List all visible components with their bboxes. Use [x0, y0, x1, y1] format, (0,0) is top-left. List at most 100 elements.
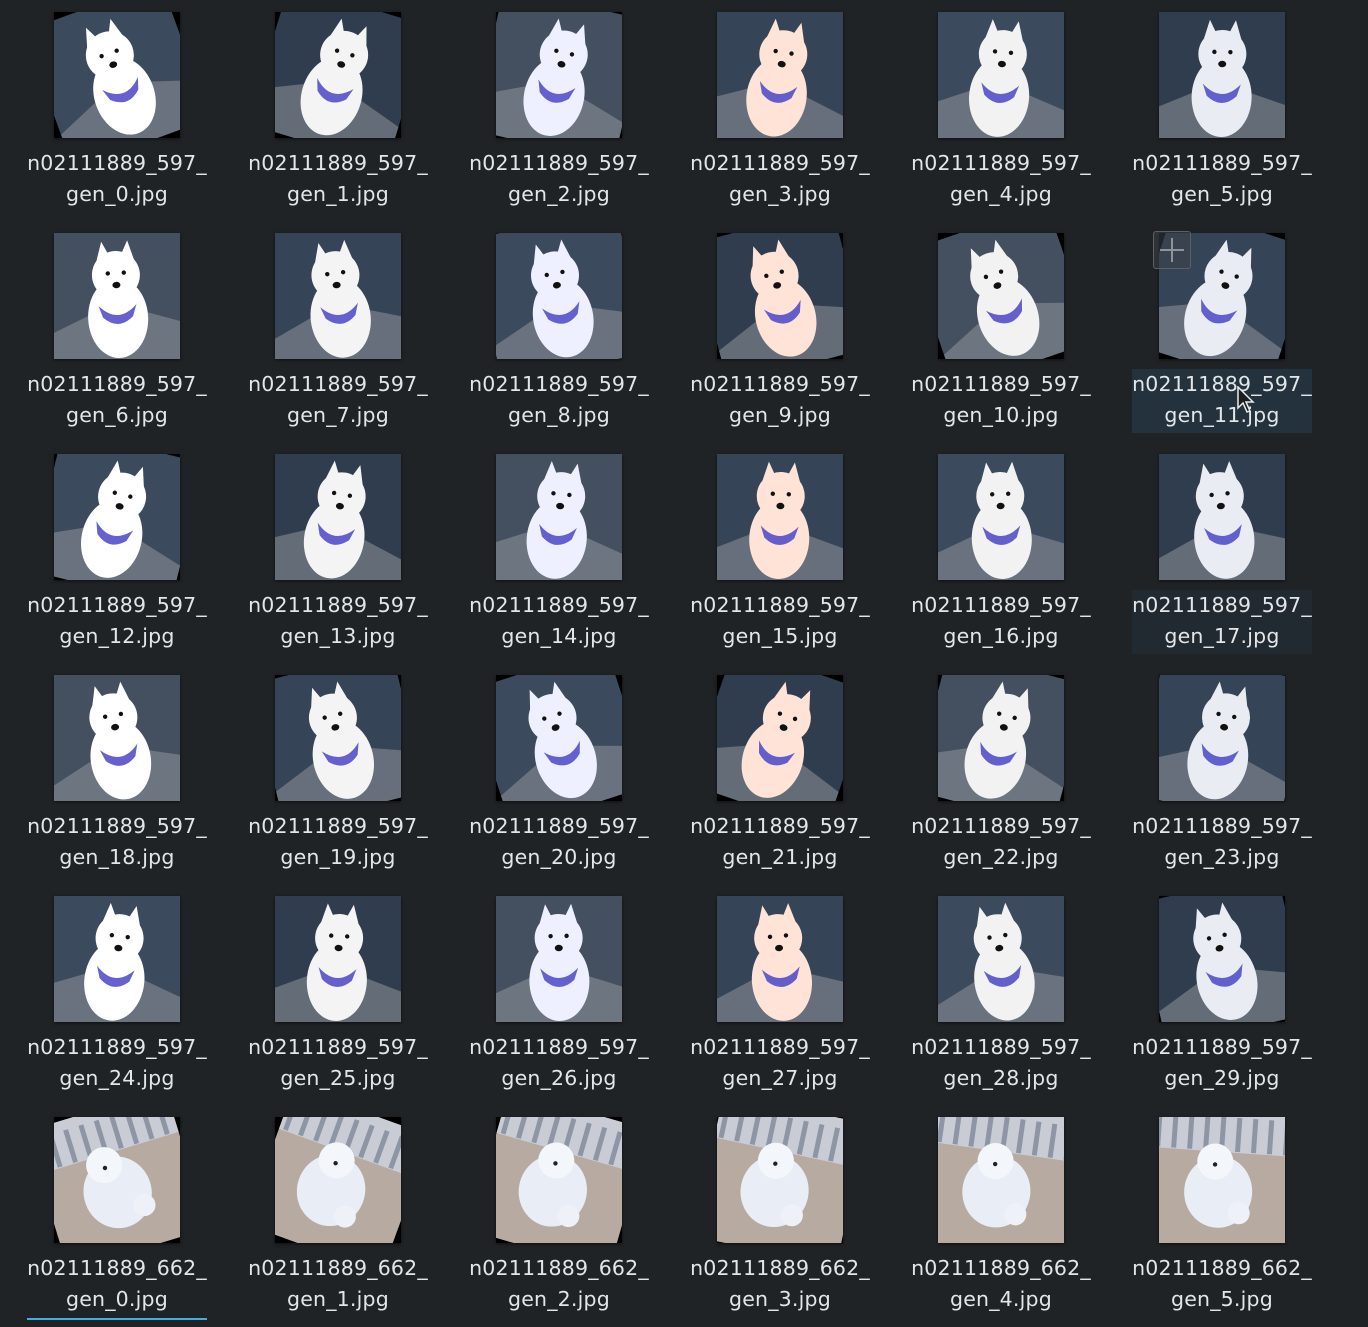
dog-photo-image	[1159, 896, 1285, 1022]
file-name-label: n02111889_597_ gen_18.jpg	[27, 811, 207, 875]
file-name-label: n02111889_597_ gen_1.jpg	[248, 148, 428, 212]
file-name-label: n02111889_597_ gen_6.jpg	[27, 369, 207, 433]
file-item[interactable]: n02111889_597_ gen_10.jpg	[911, 221, 1091, 433]
file-thumbnail	[938, 233, 1064, 359]
file-name-line-2: gen_24.jpg	[59, 1066, 175, 1090]
file-name-line-2: gen_25.jpg	[280, 1066, 396, 1090]
file-item[interactable]: n02111889_597_ gen_17.jpg	[1132, 442, 1312, 654]
file-item[interactable]: n02111889_597_ gen_1.jpg	[248, 0, 428, 212]
file-name-line-2: gen_6.jpg	[66, 403, 168, 427]
dog-photo-image	[496, 12, 622, 138]
file-name-line-1: n02111889_597_	[1132, 372, 1312, 396]
file-name-line-2: gen_2.jpg	[508, 1287, 610, 1311]
file-name-line-2: gen_13.jpg	[280, 624, 396, 648]
file-name-line-1: n02111889_597_	[1132, 593, 1312, 617]
dog-photo-image	[275, 896, 401, 1022]
file-name-label: n02111889_597_ gen_9.jpg	[690, 369, 870, 433]
dog-photo-image	[717, 12, 843, 138]
file-item[interactable]: n02111889_597_ gen_18.jpg	[27, 663, 207, 875]
file-name-label: n02111889_597_ gen_27.jpg	[690, 1032, 870, 1096]
file-item[interactable]: n02111889_597_ gen_14.jpg	[469, 442, 649, 654]
file-name-label: n02111889_597_ gen_19.jpg	[248, 811, 428, 875]
file-name-label: n02111889_597_ gen_0.jpg	[27, 148, 207, 212]
file-name-label: n02111889_597_ gen_24.jpg	[27, 1032, 207, 1096]
file-item[interactable]: n02111889_597_ gen_29.jpg	[1132, 884, 1312, 1096]
dog-photo-image	[275, 233, 401, 359]
file-item[interactable]: n02111889_597_ gen_4.jpg	[911, 0, 1091, 212]
file-thumbnail	[496, 896, 622, 1022]
file-thumbnail	[717, 896, 843, 1022]
file-name-label: n02111889_597_ gen_20.jpg	[469, 811, 649, 875]
file-item[interactable]: n02111889_662_ gen_1.jpg	[248, 1105, 428, 1317]
file-item[interactable]: n02111889_597_ gen_20.jpg	[469, 663, 649, 875]
file-item[interactable]: n02111889_597_ gen_6.jpg	[27, 221, 207, 433]
file-thumbnail	[54, 1117, 180, 1243]
file-item[interactable]: n02111889_662_ gen_2.jpg	[469, 1105, 649, 1317]
file-thumbnail	[496, 675, 622, 801]
file-item[interactable]: n02111889_597_ gen_27.jpg	[690, 884, 870, 1096]
file-name-line-1: n02111889_597_	[469, 814, 649, 838]
file-item[interactable]: n02111889_597_ gen_3.jpg	[690, 0, 870, 212]
file-name-line-1: n02111889_597_	[248, 1035, 428, 1059]
file-item[interactable]: n02111889_597_ gen_16.jpg	[911, 442, 1091, 654]
dog-photo-image	[717, 896, 843, 1022]
dog-photo-image	[496, 233, 622, 359]
file-item[interactable]: n02111889_597_ gen_8.jpg	[469, 221, 649, 433]
file-item[interactable]: n02111889_597_ gen_25.jpg	[248, 884, 428, 1096]
file-item[interactable]: n02111889_662_ gen_4.jpg	[911, 1105, 1091, 1317]
dog-photo-image	[938, 1117, 1064, 1243]
dog-photo-image	[54, 454, 180, 580]
file-thumbnail	[938, 896, 1064, 1022]
dog-photo-image	[1159, 1117, 1285, 1243]
file-item[interactable]: n02111889_597_ gen_12.jpg	[27, 442, 207, 654]
file-name-label: n02111889_662_ gen_4.jpg	[911, 1253, 1091, 1317]
file-item[interactable]: n02111889_597_ gen_15.jpg	[690, 442, 870, 654]
file-item[interactable]: n02111889_662_ gen_0.jpg	[27, 1105, 207, 1320]
file-item[interactable]: n02111889_662_ gen_5.jpg	[1132, 1105, 1312, 1317]
file-item[interactable]: n02111889_597_ gen_22.jpg	[911, 663, 1091, 875]
file-thumbnail	[54, 233, 180, 359]
file-name-line-1: n02111889_597_	[27, 151, 207, 175]
file-name-line-1: n02111889_597_	[911, 814, 1091, 838]
file-item[interactable]: n02111889_597_ gen_5.jpg	[1132, 0, 1312, 212]
file-item[interactable]: n02111889_597_ gen_23.jpg	[1132, 663, 1312, 875]
file-item[interactable]: n02111889_662_ gen_3.jpg	[690, 1105, 870, 1317]
file-name-line-1: n02111889_597_	[690, 593, 870, 617]
dog-photo-image	[54, 233, 180, 359]
file-name-label: n02111889_597_ gen_28.jpg	[911, 1032, 1091, 1096]
file-name-line-1: n02111889_597_	[690, 151, 870, 175]
file-name-line-1: n02111889_597_	[27, 372, 207, 396]
file-name-line-1: n02111889_597_	[469, 1035, 649, 1059]
file-name-label: n02111889_597_ gen_25.jpg	[248, 1032, 428, 1096]
dog-photo-image	[1159, 12, 1285, 138]
file-name-label: n02111889_662_ gen_0.jpg	[27, 1253, 207, 1320]
file-name-line-1: n02111889_662_	[690, 1256, 870, 1280]
file-name-label: n02111889_662_ gen_2.jpg	[469, 1253, 649, 1317]
file-item[interactable]: n02111889_597_ gen_19.jpg	[248, 663, 428, 875]
file-name-line-1: n02111889_597_	[690, 1035, 870, 1059]
file-item[interactable]: n02111889_597_ gen_21.jpg	[690, 663, 870, 875]
file-item[interactable]: n02111889_597_ gen_9.jpg	[690, 221, 870, 433]
file-thumbnail	[275, 454, 401, 580]
file-name-line-1: n02111889_597_	[911, 372, 1091, 396]
file-name-label: n02111889_597_ gen_13.jpg	[248, 590, 428, 654]
file-item[interactable]: n02111889_597_ gen_11.jpg	[1132, 221, 1312, 433]
file-thumbnail	[275, 675, 401, 801]
file-item[interactable]: n02111889_597_ gen_28.jpg	[911, 884, 1091, 1096]
file-name-label: n02111889_597_ gen_22.jpg	[911, 811, 1091, 875]
dog-photo-image	[1159, 675, 1285, 801]
file-item[interactable]: n02111889_597_ gen_7.jpg	[248, 221, 428, 433]
file-name-line-2: gen_0.jpg	[66, 182, 168, 206]
file-item[interactable]: n02111889_597_ gen_2.jpg	[469, 0, 649, 212]
file-name-line-2: gen_9.jpg	[729, 403, 831, 427]
plus-icon[interactable]	[1153, 231, 1191, 269]
dog-photo-image	[496, 896, 622, 1022]
file-thumbnail	[1159, 675, 1285, 801]
file-item[interactable]: n02111889_597_ gen_0.jpg	[27, 0, 207, 212]
file-item[interactable]: n02111889_597_ gen_24.jpg	[27, 884, 207, 1096]
dog-photo-image	[938, 675, 1064, 801]
file-name-line-1: n02111889_597_	[1132, 1035, 1312, 1059]
dog-photo-image	[496, 1117, 622, 1243]
file-item[interactable]: n02111889_597_ gen_26.jpg	[469, 884, 649, 1096]
file-item[interactable]: n02111889_597_ gen_13.jpg	[248, 442, 428, 654]
